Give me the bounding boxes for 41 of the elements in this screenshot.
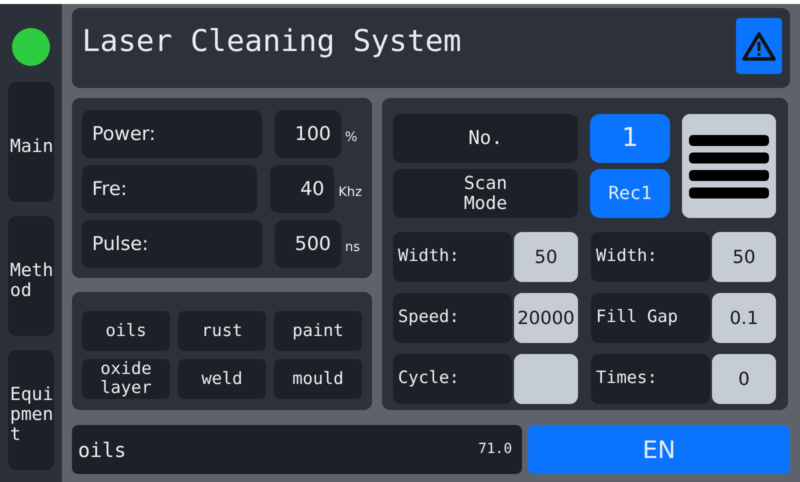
material-button[interactable]: weld xyxy=(178,359,266,399)
parameter-value[interactable]: 500 xyxy=(275,220,341,268)
material-button[interactable]: oils xyxy=(82,311,170,351)
language-button[interactable]: EN xyxy=(528,425,790,474)
setting-value[interactable]: 20000 xyxy=(514,293,578,343)
scan-mode-label: Scan Mode xyxy=(393,169,578,218)
material-button[interactable]: mould xyxy=(274,359,362,399)
menu-button[interactable] xyxy=(682,114,776,218)
sidebar-item[interactable]: Meth od xyxy=(8,216,54,336)
setting-label: Cycle: xyxy=(393,354,512,404)
parameter-label: Pulse: xyxy=(82,220,262,268)
menu-icon xyxy=(688,133,770,199)
parameter-value[interactable]: 40 xyxy=(270,165,334,213)
unit-label: Khz xyxy=(338,184,362,202)
number-label: No. xyxy=(393,114,578,163)
sidebar-item[interactable]: Equi pmen t xyxy=(8,350,54,470)
setting-value[interactable]: 50 xyxy=(712,232,776,282)
warning-icon xyxy=(742,31,776,61)
setting-label: Width: xyxy=(591,232,710,282)
unit-label: % xyxy=(345,129,358,148)
material-name: oils xyxy=(78,436,126,464)
setting-label: Times: xyxy=(591,354,710,404)
parameter-label: Fre: xyxy=(82,165,258,213)
sidebar-item[interactable]: Main xyxy=(8,82,54,202)
setting-label: Fill Gap xyxy=(591,293,710,343)
number-button[interactable]: 1 xyxy=(590,114,670,163)
parameter-label: Power: xyxy=(82,110,262,158)
unit-label: ns xyxy=(345,239,360,258)
material-button[interactable]: paint xyxy=(274,311,362,351)
setting-value[interactable]: 0 xyxy=(712,354,776,404)
setting-label: Width: xyxy=(393,232,512,282)
parameter-value[interactable]: 100 xyxy=(275,110,341,158)
reading-value: 71.0 xyxy=(478,440,513,459)
setting-value[interactable]: 50 xyxy=(514,232,578,282)
material-button[interactable]: rust xyxy=(178,311,266,351)
setting-label: Speed: xyxy=(393,293,512,343)
scan-mode-button[interactable]: Rec1 xyxy=(590,169,670,218)
app-title: Laser Cleaning System xyxy=(82,24,462,60)
setting-value[interactable]: 0.1 xyxy=(712,293,776,343)
warning-button[interactable] xyxy=(736,18,782,74)
material-button[interactable]: oxide layer xyxy=(82,359,170,399)
